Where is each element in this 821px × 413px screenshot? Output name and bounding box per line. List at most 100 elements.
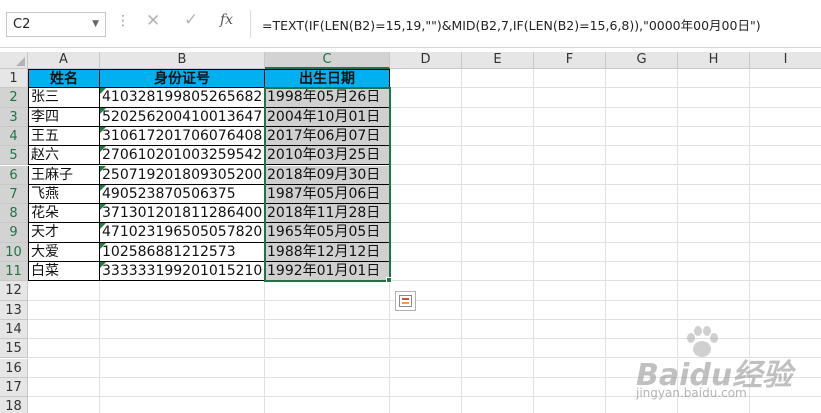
column-header-e[interactable]: E (462, 52, 534, 69)
cell-f12[interactable] (534, 281, 606, 301)
cell-i11[interactable] (750, 262, 821, 282)
cell-f15[interactable] (534, 339, 606, 359)
cell-i2[interactable] (750, 88, 821, 108)
cell-b15[interactable] (100, 339, 265, 359)
row-header-1[interactable]: 1 (0, 69, 28, 89)
cell-f3[interactable] (534, 107, 606, 127)
cell-c15[interactable] (265, 339, 390, 359)
cell-e8[interactable] (462, 204, 534, 224)
cell-g8[interactable] (606, 204, 678, 224)
cell-d10[interactable] (390, 242, 462, 262)
cell-i7[interactable] (750, 185, 821, 205)
fx-icon[interactable]: fx (220, 12, 233, 28)
row-header-17[interactable]: 17 (0, 377, 28, 398)
cell-g13[interactable] (606, 300, 678, 320)
cell-c18[interactable] (265, 397, 390, 413)
cell-h9[interactable] (678, 223, 750, 243)
cell-b14[interactable] (100, 319, 265, 340)
cell-f11[interactable] (534, 262, 606, 282)
formula-input[interactable]: =TEXT(IF(LEN(B2)=15,19,"")&MID(B2,7,IF(L… (262, 15, 761, 34)
cell-i12[interactable] (750, 281, 821, 301)
cell-b6[interactable]: 250719201809305200 (100, 165, 265, 185)
cell-a5[interactable]: 赵六 (28, 146, 100, 166)
cell-c4[interactable]: 2017年06月07日 (265, 126, 390, 147)
row-header-8[interactable]: 8 (0, 204, 28, 224)
cell-c16[interactable] (265, 358, 390, 378)
cell-b13[interactable] (100, 300, 265, 320)
cell-f13[interactable] (534, 300, 606, 320)
cell-e6[interactable] (462, 165, 534, 185)
cell-e9[interactable] (462, 223, 534, 243)
column-header-i[interactable]: I (750, 52, 821, 69)
cell-b18[interactable] (100, 397, 265, 413)
cell-a15[interactable] (28, 339, 100, 359)
cell-a18[interactable] (28, 397, 100, 413)
cell-h7[interactable] (678, 184, 750, 205)
cell-b10[interactable]: 102586881212573 (100, 242, 265, 262)
cell-g3[interactable] (606, 107, 678, 127)
cell-f8[interactable] (534, 204, 606, 224)
cell-f2[interactable] (534, 88, 606, 108)
column-header-f[interactable]: F (534, 52, 606, 69)
row-header-13[interactable]: 13 (0, 300, 28, 320)
cell-c10[interactable]: 1988年12月12日 (265, 242, 390, 262)
cell-h8[interactable] (678, 204, 750, 224)
row-header-5[interactable]: 5 (0, 146, 28, 166)
fill-handle[interactable] (386, 277, 392, 284)
cell-b8[interactable]: 371301201811286400 (100, 204, 265, 224)
cell-d7[interactable] (390, 184, 462, 205)
column-header-d[interactable]: D (390, 52, 462, 69)
cell-d3[interactable] (390, 107, 462, 127)
cell-f9[interactable] (534, 223, 606, 243)
cell-d1[interactable] (390, 69, 462, 89)
cell-a2[interactable]: 张三 (28, 88, 100, 108)
cell-i1[interactable] (750, 69, 821, 89)
cell-e14[interactable] (462, 319, 534, 340)
cell-f10[interactable] (534, 242, 606, 262)
cell-c12[interactable] (265, 281, 390, 301)
cell-e16[interactable] (462, 358, 534, 378)
row-header-16[interactable]: 16 (0, 358, 28, 378)
cell-d6[interactable] (390, 165, 462, 185)
cell-f16[interactable] (534, 358, 606, 378)
cell-e10[interactable] (462, 242, 534, 262)
cell-i13[interactable] (750, 301, 821, 320)
cell-b1[interactable]: 身份证号 (100, 69, 265, 89)
chevron-down-icon[interactable]: ▼ (92, 19, 99, 29)
cell-a10[interactable]: 大爱 (28, 242, 100, 262)
row-header-6[interactable]: 6 (0, 165, 28, 185)
cell-e13[interactable] (462, 300, 534, 320)
cell-i3[interactable] (750, 108, 821, 127)
cell-b4[interactable]: 310617201706076408 (100, 126, 265, 147)
cell-f6[interactable] (534, 165, 606, 185)
row-header-2[interactable]: 2 (0, 88, 28, 108)
cell-d15[interactable] (390, 339, 462, 359)
cell-g5[interactable] (606, 146, 678, 166)
cell-a1[interactable]: 姓名 (28, 69, 100, 89)
cell-h5[interactable] (678, 146, 750, 166)
cell-a4[interactable]: 王五 (28, 126, 100, 147)
cell-d8[interactable] (390, 204, 462, 224)
cell-d14[interactable] (390, 319, 462, 340)
row-header-4[interactable]: 4 (0, 126, 28, 147)
cell-d11[interactable] (390, 262, 462, 282)
row-header-18[interactable]: 18 (0, 397, 28, 413)
cell-h1[interactable] (678, 69, 750, 89)
column-header-h[interactable]: H (678, 52, 750, 69)
cell-f4[interactable] (534, 126, 606, 147)
column-header-b[interactable]: B (100, 52, 265, 69)
cell-c8[interactable]: 2018年11月28日 (265, 204, 390, 224)
cell-c3[interactable]: 2004年10月01日 (265, 107, 390, 127)
cell-e5[interactable] (462, 146, 534, 166)
checkmark-icon[interactable]: ✓ (184, 10, 198, 30)
cell-a8[interactable]: 花朵 (28, 204, 100, 224)
select-all-corner[interactable] (0, 52, 28, 69)
cell-d16[interactable] (390, 358, 462, 378)
cell-e1[interactable] (462, 69, 534, 89)
cell-f1[interactable] (534, 69, 606, 89)
cell-d2[interactable] (390, 88, 462, 108)
cell-b3[interactable]: 520256200410013647 (100, 107, 265, 127)
cell-g2[interactable] (606, 88, 678, 108)
cell-b17[interactable] (100, 377, 265, 398)
cell-a9[interactable]: 天才 (28, 223, 100, 243)
